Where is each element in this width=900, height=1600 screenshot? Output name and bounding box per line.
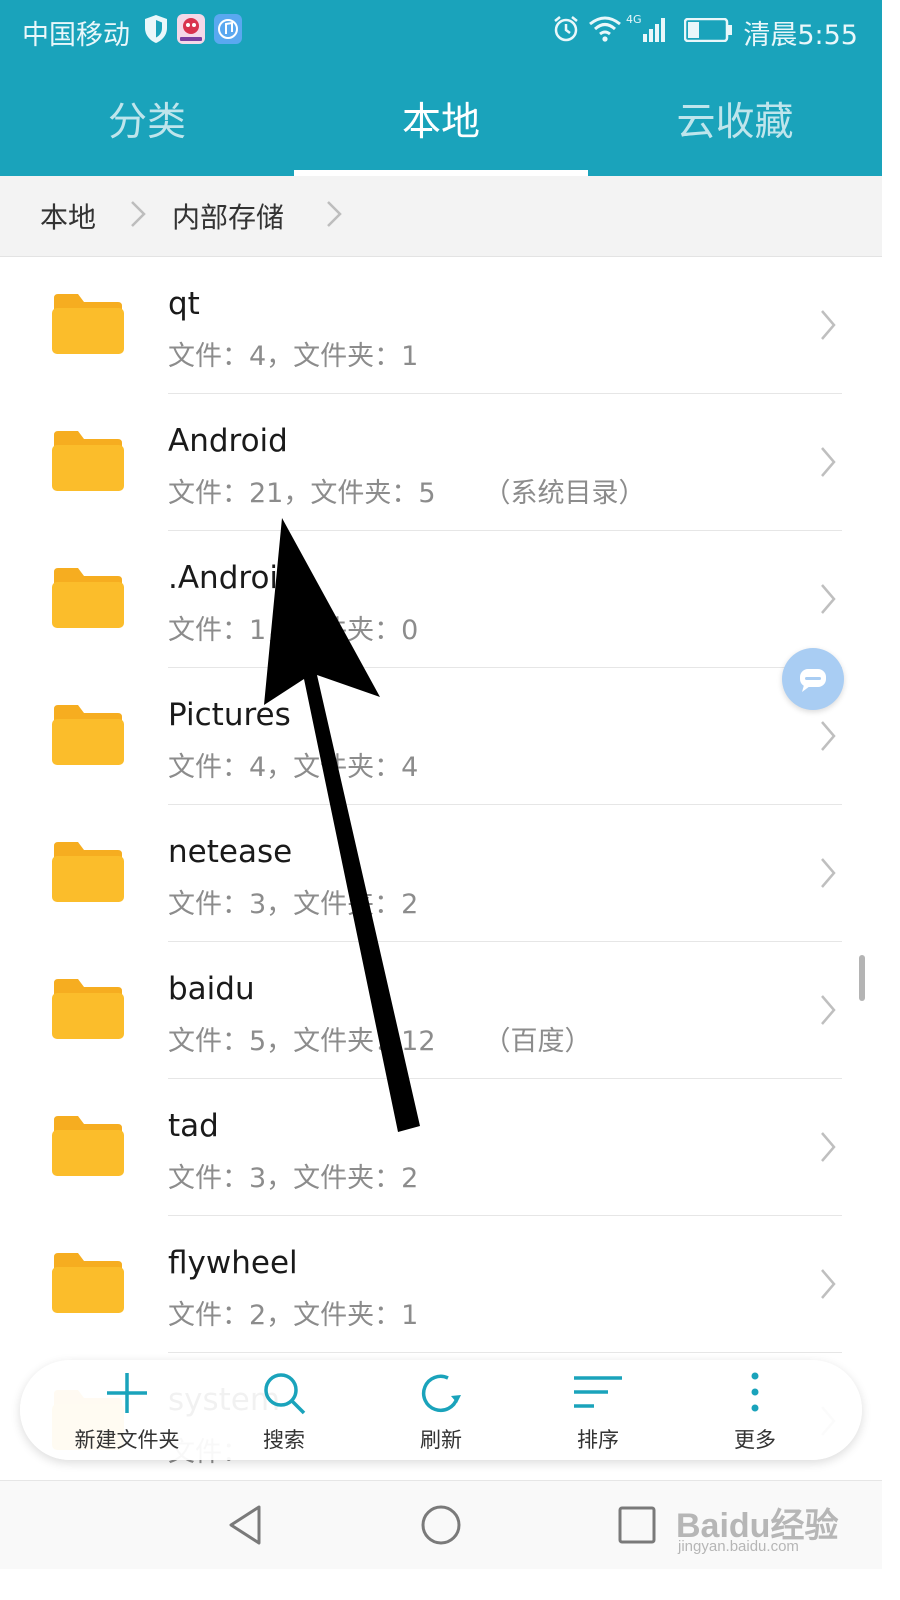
chevron-right-icon bbox=[818, 1266, 838, 1306]
chevron-right-icon bbox=[324, 194, 344, 238]
watermark-url: jingyan.baidu.com bbox=[678, 1538, 799, 1555]
folder-icon bbox=[50, 566, 126, 630]
folder-name: .Android bbox=[168, 560, 298, 596]
folder-icon bbox=[50, 703, 126, 767]
sort-button[interactable]: 排序 bbox=[528, 1360, 668, 1460]
new-folder-label: 新建文件夹 bbox=[74, 1428, 180, 1452]
folder-row[interactable]: .Android 文件：1，文件夹：0 bbox=[0, 530, 882, 667]
folder-icon bbox=[50, 1114, 126, 1178]
scrollbar-thumb[interactable] bbox=[859, 955, 865, 1001]
search-icon bbox=[264, 1373, 306, 1415]
folder-counts: 文件：5，文件夹：12 bbox=[168, 1026, 436, 1057]
music-app-icon bbox=[214, 14, 242, 44]
chevron-right-icon bbox=[818, 992, 838, 1032]
chat-app-icon bbox=[177, 14, 205, 44]
folder-row[interactable]: qt 文件：4，文件夹：1 bbox=[0, 256, 882, 393]
alarm-icon bbox=[552, 14, 580, 48]
folder-name: Pictures bbox=[168, 697, 291, 733]
folder-counts: 文件：1，文件夹：0 bbox=[168, 615, 419, 646]
back-icon[interactable] bbox=[223, 1503, 267, 1547]
home-icon[interactable] bbox=[419, 1503, 463, 1547]
chevron-right-icon bbox=[818, 1129, 838, 1169]
folder-counts: 文件：4，文件夹：4 bbox=[168, 752, 419, 783]
carrier-label: 中国移动 bbox=[22, 20, 130, 51]
folder-row[interactable]: flywheel 文件：2，文件夹：1 bbox=[0, 1215, 882, 1352]
more-button[interactable]: 更多 bbox=[685, 1360, 825, 1460]
battery-icon bbox=[683, 17, 734, 46]
folder-row[interactable]: baidu 文件：5，文件夹：12 （百度） bbox=[0, 941, 882, 1078]
folder-meta: 文件：1，文件夹：0 bbox=[168, 608, 418, 647]
folder-name: qt bbox=[168, 286, 200, 322]
search-label: 搜索 bbox=[263, 1428, 305, 1452]
folder-name: tad bbox=[168, 1108, 219, 1144]
folder-row[interactable]: Android 文件：21，文件夹：5 （系统目录） bbox=[0, 393, 882, 530]
tab-cloud-favorites[interactable]: 云收藏 bbox=[588, 62, 882, 176]
folder-icon bbox=[50, 429, 126, 493]
refresh-icon bbox=[421, 1374, 461, 1413]
breadcrumb-item-internal-storage[interactable]: 内部存储 bbox=[172, 196, 284, 236]
folder-tag: （系统目录） bbox=[483, 478, 646, 509]
folder-meta: 文件：4，文件夹：1 bbox=[168, 334, 418, 373]
chevron-right-icon bbox=[818, 718, 838, 758]
folder-counts: 文件：2，文件夹：1 bbox=[168, 1300, 419, 1331]
folder-meta: 文件：3，文件夹：2 bbox=[168, 1156, 418, 1195]
folder-icon bbox=[50, 292, 126, 356]
folder-counts: 文件：4，文件夹：1 bbox=[168, 341, 419, 372]
signal-icon: 4G bbox=[626, 12, 672, 48]
folder-meta: 文件：2，文件夹：1 bbox=[168, 1293, 418, 1332]
more-label: 更多 bbox=[734, 1428, 776, 1452]
folder-row[interactable]: tad 文件：3，文件夹：2 bbox=[0, 1078, 882, 1215]
chevron-right-icon bbox=[818, 307, 838, 347]
chevron-right-icon bbox=[128, 194, 148, 238]
folder-counts: 文件：21，文件夹：5 bbox=[168, 478, 436, 509]
sort-label: 排序 bbox=[577, 1428, 619, 1452]
folder-icon bbox=[50, 1251, 126, 1315]
clock-time: 清晨5:55 bbox=[743, 20, 858, 51]
tab-bar: 分类 本地 云收藏 bbox=[0, 62, 882, 176]
chat-bubble-icon bbox=[800, 669, 826, 692]
folder-name: Android bbox=[168, 423, 288, 459]
folder-row[interactable]: Pictures 文件：4，文件夹：4 bbox=[0, 667, 882, 804]
folder-counts: 文件：3，文件夹：2 bbox=[168, 1163, 419, 1194]
folder-icon bbox=[50, 840, 126, 904]
refresh-button[interactable]: 刷新 bbox=[371, 1360, 511, 1460]
folder-name: flywheel bbox=[168, 1245, 298, 1281]
plus-icon bbox=[107, 1373, 147, 1413]
bottom-toolbar: 新建文件夹 搜索 刷新 排序 更多 bbox=[20, 1360, 862, 1460]
breadcrumb: 本地 内部存储 bbox=[0, 176, 882, 257]
new-folder-button[interactable]: 新建文件夹 bbox=[57, 1360, 197, 1460]
folder-counts: 文件：3，文件夹：2 bbox=[168, 889, 419, 920]
floating-assistant-button[interactable] bbox=[782, 648, 844, 710]
shield-icon bbox=[144, 14, 168, 48]
folder-row[interactable]: netease 文件：3，文件夹：2 bbox=[0, 804, 882, 941]
baidu-jingyan-watermark: Baidu经验 jingyan.baidu.com bbox=[672, 1498, 852, 1562]
breadcrumb-item-local[interactable]: 本地 bbox=[40, 196, 96, 236]
chevron-right-icon bbox=[818, 444, 838, 484]
folder-name: netease bbox=[168, 834, 293, 870]
chevron-right-icon bbox=[818, 855, 838, 895]
folder-meta: 文件：5，文件夹：12 （百度） bbox=[168, 1019, 592, 1058]
tab-category[interactable]: 分类 bbox=[0, 62, 294, 176]
more-icon bbox=[751, 1372, 759, 1412]
network-type: 4G bbox=[626, 13, 642, 26]
chevron-right-icon bbox=[818, 581, 838, 621]
sort-icon bbox=[574, 1376, 622, 1408]
recents-icon[interactable] bbox=[615, 1503, 659, 1547]
folder-icon bbox=[50, 977, 126, 1041]
tab-local[interactable]: 本地 bbox=[294, 62, 588, 176]
wifi-icon bbox=[588, 14, 622, 48]
folder-meta: 文件：21，文件夹：5 （系统目录） bbox=[168, 471, 646, 510]
folder-name: baidu bbox=[168, 971, 255, 1007]
refresh-label: 刷新 bbox=[420, 1428, 462, 1452]
search-button[interactable]: 搜索 bbox=[214, 1360, 354, 1460]
status-bar: 中国移动 4G 清晨5:55 bbox=[0, 0, 882, 62]
folder-tag: （百度） bbox=[483, 1026, 592, 1057]
folder-meta: 文件：4，文件夹：4 bbox=[168, 745, 418, 784]
folder-meta: 文件：3，文件夹：2 bbox=[168, 882, 418, 921]
